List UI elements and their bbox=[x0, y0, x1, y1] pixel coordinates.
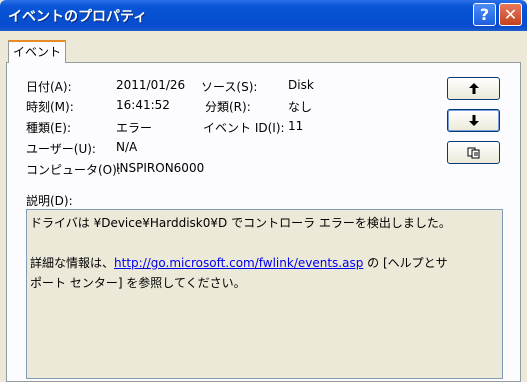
description-line-1: ドライバは ¥Device¥Harddisk0¥D でコントローラ エラーを検出… bbox=[30, 216, 451, 230]
time-label: 時刻(M): bbox=[26, 100, 74, 114]
arrow-up-icon bbox=[468, 83, 479, 94]
source-label: ソース(S): bbox=[201, 80, 258, 94]
window-title: イベントのプロパティ bbox=[8, 9, 148, 25]
close-icon: ✕ bbox=[503, 5, 518, 24]
type-label: 種類(E): bbox=[26, 121, 71, 135]
category-value: なし bbox=[288, 100, 313, 114]
next-event-button[interactable] bbox=[447, 109, 500, 132]
copy-button[interactable] bbox=[447, 141, 500, 164]
event-id-label: イベント ID(I): bbox=[203, 121, 285, 135]
description-line-3: ポート センター] を参照してください。 bbox=[30, 276, 246, 290]
description-label: 説明(D): bbox=[26, 194, 73, 208]
title-bar[interactable]: イベントのプロパティ ? ✕ bbox=[0, 0, 527, 31]
description-line-2: 詳細な情報は、http://go.microsoft.com/fwlink/ev… bbox=[30, 253, 499, 273]
user-value: N/A bbox=[116, 140, 138, 154]
help-icon: ? bbox=[479, 5, 490, 24]
arrow-down-icon bbox=[468, 115, 479, 126]
previous-event-button[interactable] bbox=[447, 77, 500, 100]
help-link[interactable]: http://go.microsoft.com/fwlink/events.as… bbox=[114, 256, 363, 270]
tab-event[interactable]: イベント bbox=[8, 40, 66, 63]
type-value: エラー bbox=[116, 121, 153, 135]
description-prefix: 詳細な情報は、 bbox=[30, 256, 115, 270]
event-id-value: 11 bbox=[288, 119, 304, 133]
user-label: ユーザー(U): bbox=[26, 142, 96, 156]
help-button[interactable]: ? bbox=[473, 3, 496, 26]
time-value: 16:41:52 bbox=[116, 98, 170, 112]
date-label: 日付(A): bbox=[26, 80, 72, 94]
source-value: Disk bbox=[288, 78, 314, 92]
description-textbox[interactable]: ドライバは ¥Device¥Harddisk0¥D でコントローラ エラーを検出… bbox=[26, 209, 503, 379]
description-suffix: の [ヘルプとサ bbox=[363, 256, 448, 270]
computer-value: INSPIRON6000 bbox=[116, 161, 205, 175]
category-label: 分類(R): bbox=[205, 100, 251, 114]
computer-label: コンピュータ(O): bbox=[26, 163, 121, 177]
copy-icon bbox=[467, 147, 479, 158]
close-button[interactable]: ✕ bbox=[499, 3, 522, 26]
date-value: 2011/01/26 bbox=[116, 78, 186, 92]
